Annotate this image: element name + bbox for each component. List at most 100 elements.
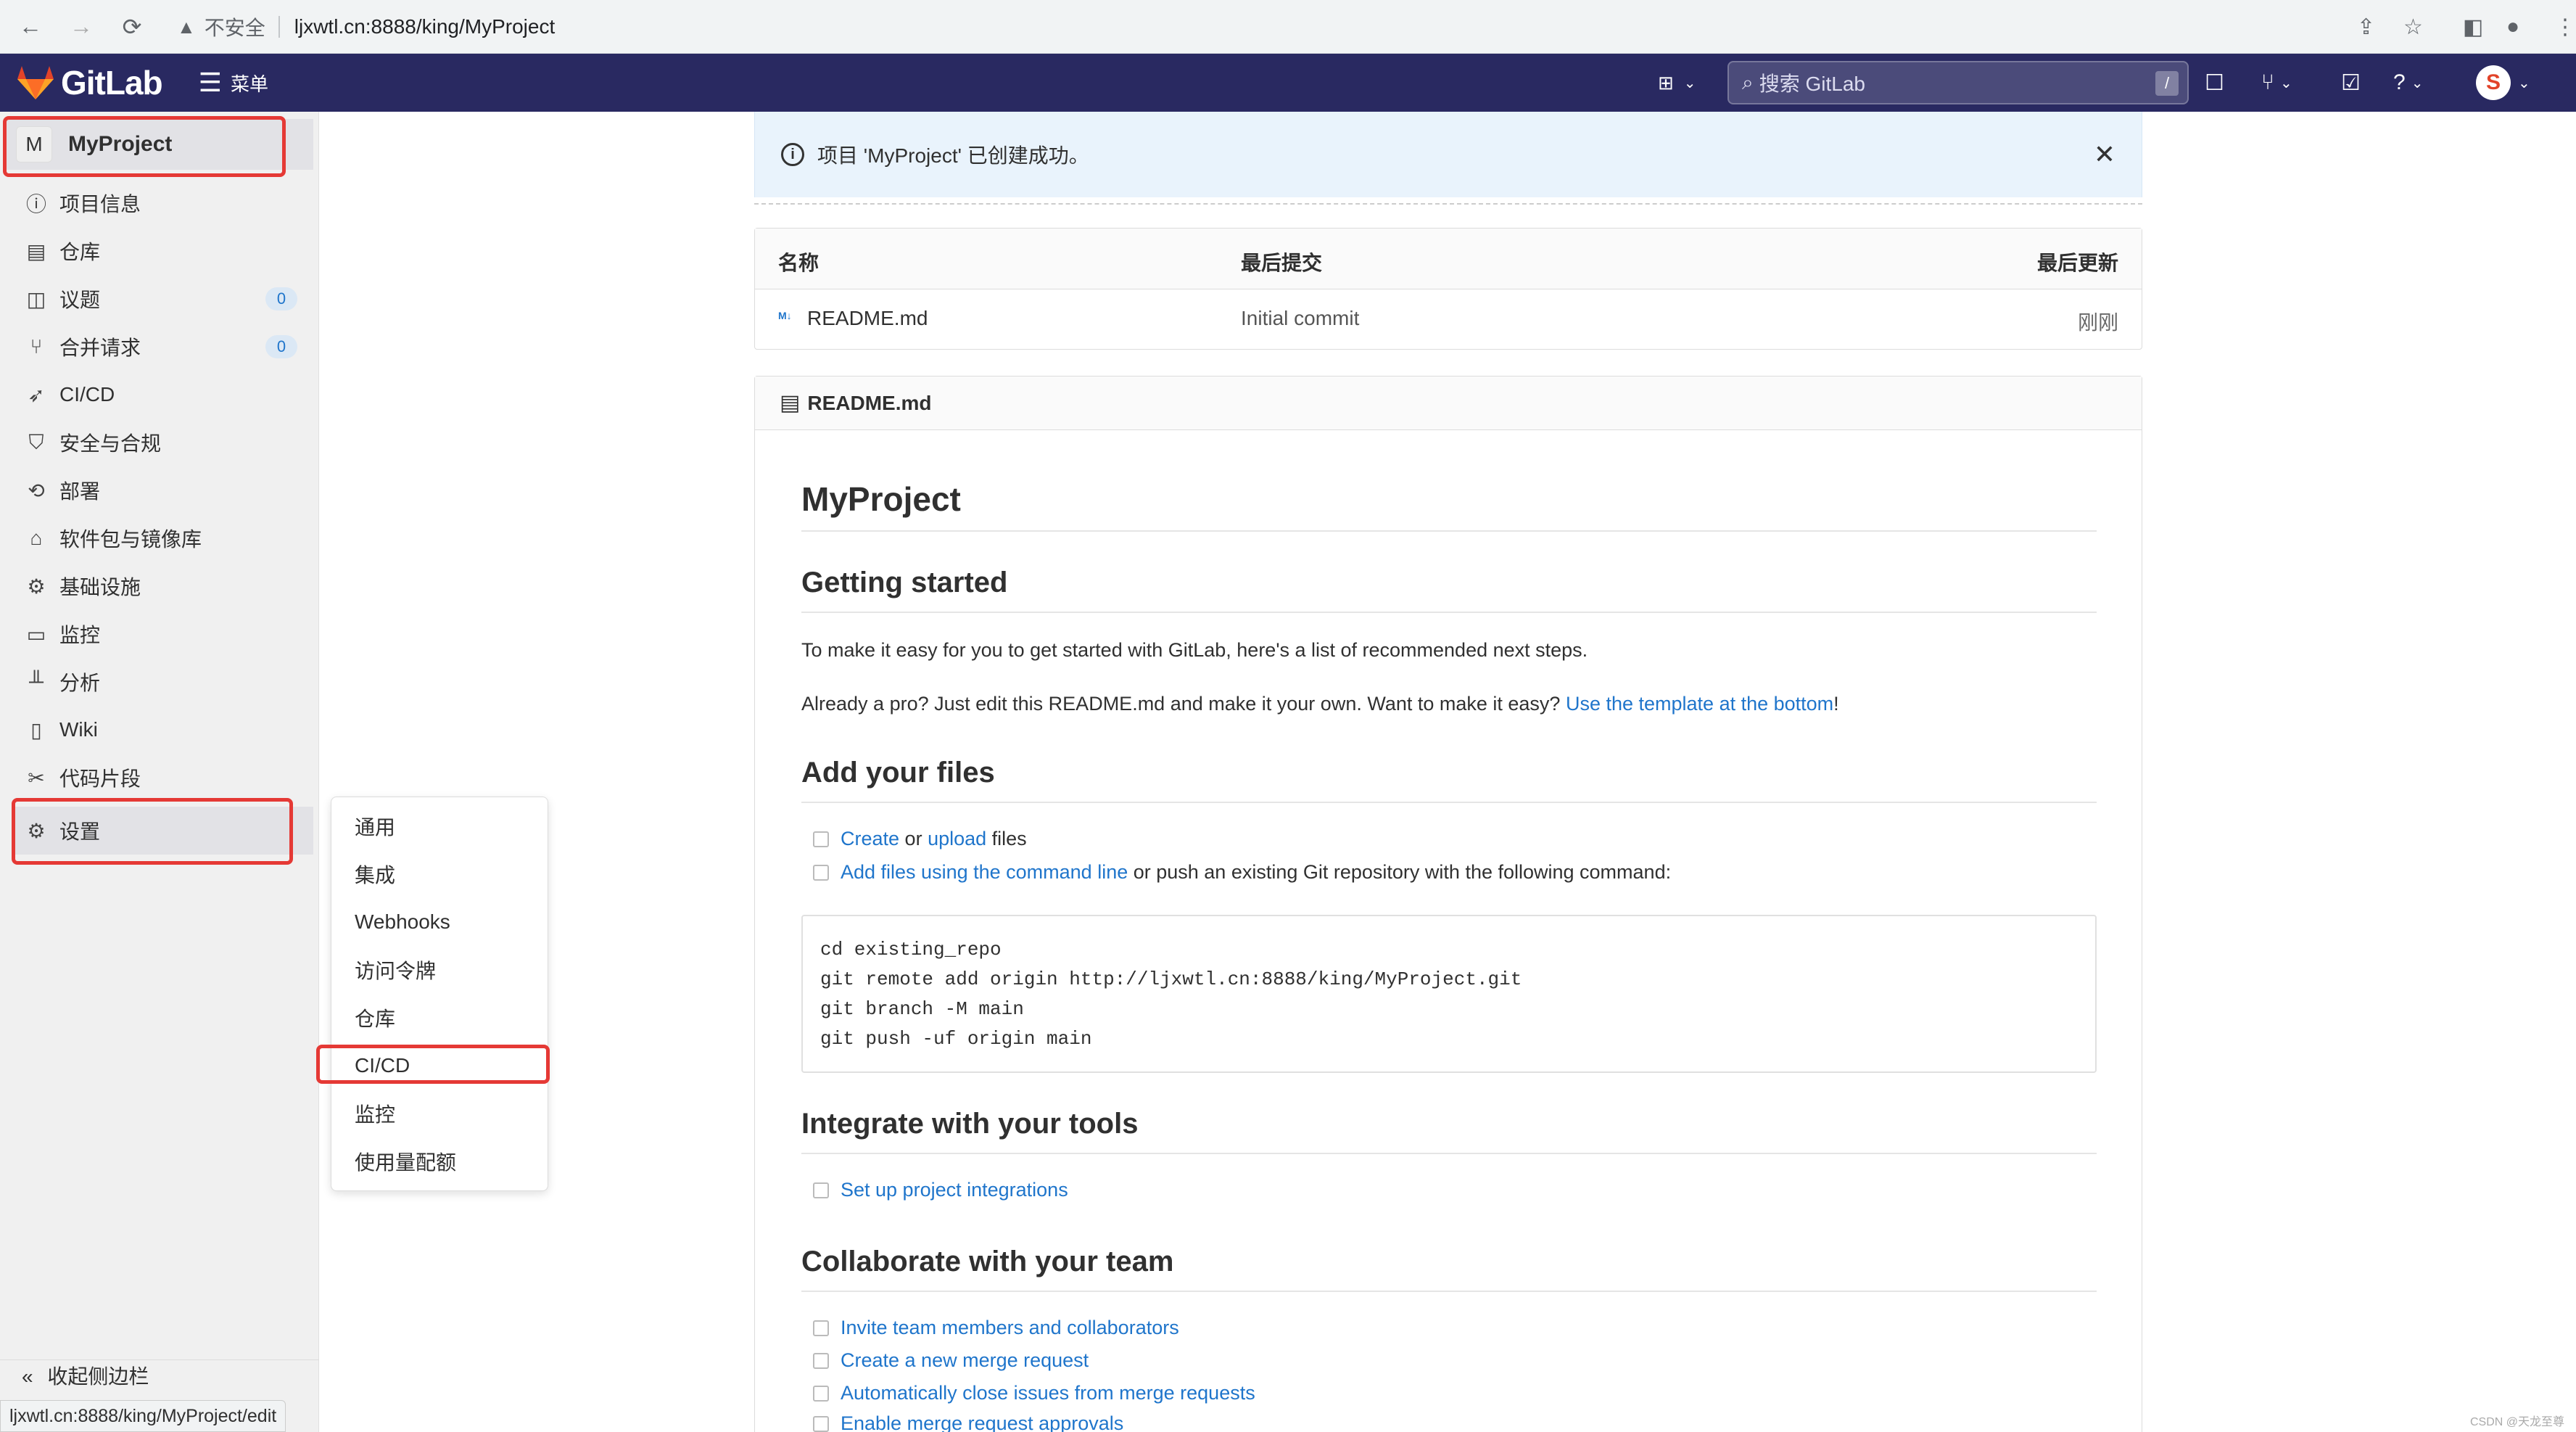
files-text: files (986, 828, 1027, 849)
table-row[interactable]: M↓ README.md Initial commit 刚刚 (755, 289, 2142, 350)
side-panel-icon[interactable]: ◧ (2463, 10, 2483, 44)
flyout-item-integrations[interactable]: 集成 (355, 860, 395, 889)
file-name-link[interactable]: README.md (807, 307, 928, 330)
heading-collaborate: Collaborate with your team (801, 1246, 1174, 1277)
search-input[interactable]: ⌕ 搜索 GitLab / (1727, 61, 2189, 104)
task-close-issues: Automatically close issues from merge re… (813, 1382, 1255, 1404)
sidebar-item-wiki[interactable]: ▯ Wiki (22, 708, 297, 752)
sidebar-item-packages[interactable]: ⌂ 软件包与镜像库 (22, 517, 297, 560)
hamburger-icon: ☰ (198, 67, 222, 97)
create-link[interactable]: Create (841, 828, 899, 850)
column-header-last-commit: 最后提交 (1241, 252, 1323, 274)
sidebar-item-cicd[interactable]: ➶ CI/CD (22, 373, 297, 416)
flyout-item-monitor[interactable]: 监控 (355, 1099, 395, 1128)
flyout-item-access-tokens[interactable]: 访问令牌 (355, 955, 436, 984)
task-command-line: Add files using the command line or push… (813, 861, 1671, 884)
pro-paragraph: Already a pro? Just edit this README.md … (801, 693, 1839, 715)
upload-link[interactable]: upload (928, 828, 986, 850)
more-vert-icon[interactable]: ⋮ (2554, 10, 2576, 44)
flyout-item-repository[interactable]: 仓库 (355, 1003, 395, 1032)
task-checkbox[interactable] (813, 831, 829, 847)
updated-time: 刚刚 (2077, 311, 2118, 334)
deploy-icon: ⟲ (28, 479, 45, 502)
sidebar-item-merge-requests[interactable]: ⑂ 合并请求 0 (22, 325, 297, 369)
integrations-link[interactable]: Set up project integrations (841, 1179, 1068, 1201)
project-sidebar: M MyProject ⓘ 项目信息 ▤ 仓库 ◫ 议题 0 ⑂ 合并请求 0 … (0, 112, 319, 1432)
chevron-down-icon[interactable]: ⌄ (2518, 68, 2530, 97)
auto-close-issues-link[interactable]: Automatically close issues from merge re… (841, 1382, 1255, 1404)
shield-icon: ⛉ (28, 430, 44, 453)
task-checkbox[interactable] (813, 864, 829, 881)
close-icon[interactable]: ✕ (2094, 139, 2115, 170)
address-bar[interactable]: ▲ 不安全 ljxwtl.cn:8888/king/MyProject (160, 7, 2335, 47)
rocket-icon: ➶ (28, 383, 45, 406)
task-checkbox[interactable] (813, 1385, 829, 1402)
menu-button[interactable]: ☰ 菜单 (199, 67, 268, 98)
merge-request-icon[interactable]: ⑂ ⌄ (2261, 68, 2292, 97)
reload-icon[interactable]: ⟳ (112, 7, 152, 47)
hidden-tabs-strip (754, 197, 2142, 205)
alert-message: 项目 'MyProject' 已创建成功。 (817, 144, 1089, 167)
profile-icon[interactable]: ● (2506, 10, 2519, 44)
task-checkbox[interactable] (813, 1320, 829, 1336)
sidebar-item-analytics[interactable]: ╨ 分析 (22, 660, 297, 704)
sidebar-item-snippets[interactable]: ✂ 代码片段 (22, 756, 297, 799)
omnibox-divider (278, 16, 280, 38)
task-checkbox[interactable] (813, 1415, 829, 1432)
task-merge-request: Create a new merge request (813, 1349, 1089, 1372)
commit-message-link[interactable]: Initial commit (1241, 307, 1359, 330)
new-dropdown-button[interactable]: ⊞ ⌄ (1658, 68, 1701, 97)
logo-text: GitLab (61, 64, 163, 102)
user-avatar[interactable]: S (2476, 65, 2511, 100)
flyout-item-general[interactable]: 通用 (355, 812, 395, 841)
sidebar-item-security[interactable]: ⛉ 安全与合规 (22, 421, 297, 464)
info-icon: ⓘ (25, 193, 46, 215)
forward-icon[interactable]: → (61, 7, 102, 47)
pro-text: Already a pro? Just edit this README.md … (801, 693, 1566, 715)
bookmark-star-icon[interactable]: ☆ (2403, 10, 2423, 44)
code-block[interactable]: cd existing_repo git remote add origin h… (801, 915, 2097, 1073)
share-icon[interactable]: ⇪ (2357, 10, 2375, 44)
collapse-sidebar-label: 收起侧边栏 (47, 1365, 149, 1388)
approvals-link[interactable]: Enable merge request approvals (841, 1412, 1123, 1432)
back-icon[interactable]: ← (10, 7, 51, 47)
readme-title: MyProject (801, 480, 961, 518)
readme-container: ▤ README.md MyProject Getting started To… (754, 376, 2142, 1432)
collapse-sidebar-button[interactable]: « 收起侧边栏 (22, 1361, 149, 1390)
help-icon[interactable]: ? ⌄ (2393, 68, 2423, 97)
todo-icon[interactable]: ☑ (2341, 68, 2361, 97)
flyout-item-webhooks[interactable]: Webhooks (355, 908, 450, 937)
readme-header: ▤ README.md (755, 376, 2142, 430)
task-checkbox[interactable] (813, 1182, 829, 1198)
cloud-gear-icon: ⚙ (27, 575, 46, 598)
invite-members-link[interactable]: Invite team members and collaborators (841, 1317, 1179, 1339)
sidebar-item-deployments[interactable]: ⟲ 部署 (22, 469, 297, 512)
command-line-text: or push an existing Git repository with … (1128, 861, 1672, 883)
search-shortcut-hint: / (2155, 71, 2179, 96)
pro-suffix: ! (1833, 693, 1839, 715)
highlight-settings (12, 798, 293, 865)
issues-icon[interactable]: ☐ (2205, 68, 2224, 97)
command-line-link[interactable]: Add files using the command line (841, 861, 1128, 884)
sidebar-item-issues[interactable]: ◫ 议题 0 (22, 277, 297, 321)
flyout-item-usage-quotas[interactable]: 使用量配额 (355, 1147, 456, 1176)
highlight-project (3, 116, 286, 177)
watermark-text: CSDN @天龙至尊 (2469, 1416, 2564, 1428)
code-line: cd existing_repo (820, 939, 1002, 960)
monitor-icon: ▭ (26, 622, 46, 646)
scissors-icon: ✂ (28, 766, 45, 789)
or-text: or (899, 828, 928, 849)
sidebar-item-repository[interactable]: ▤ 仓库 (22, 229, 297, 273)
table-header: 名称 最后提交 最后更新 (755, 229, 2142, 289)
heading-rule (801, 1153, 2097, 1154)
task-checkbox[interactable] (813, 1352, 829, 1369)
new-merge-request-link[interactable]: Create a new merge request (841, 1349, 1089, 1372)
column-header-last-update: 最后更新 (2036, 252, 2118, 274)
readme-file-name: README.md (807, 391, 932, 414)
template-link[interactable]: Use the template at the bottom (1566, 693, 1833, 715)
sidebar-item-project-info[interactable]: ⓘ 项目信息 (22, 181, 297, 225)
sidebar-item-monitor[interactable]: ▭ 监控 (22, 612, 297, 656)
gitlab-logo[interactable]: GitLab (16, 63, 163, 102)
sidebar-item-infrastructure[interactable]: ⚙ 基础设施 (22, 564, 297, 608)
sidebar-divider (0, 1359, 319, 1360)
